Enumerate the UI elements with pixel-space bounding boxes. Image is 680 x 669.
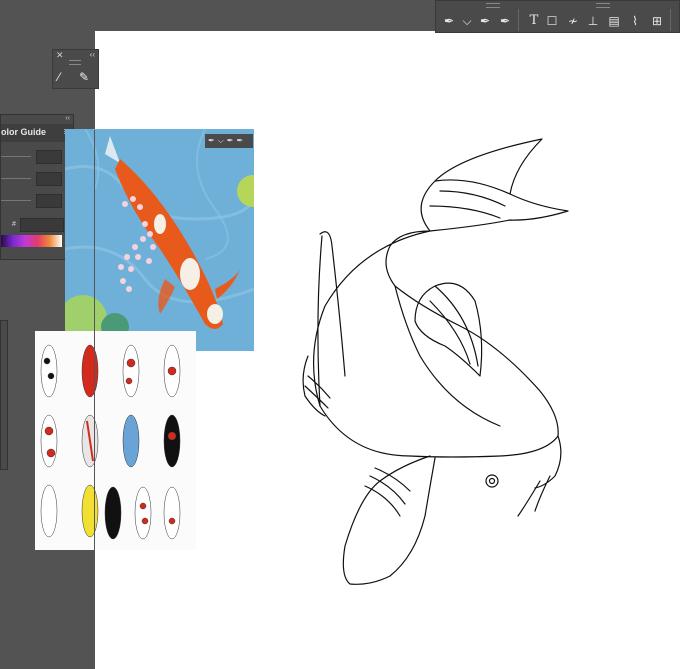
eyedropper-icon[interactable]: ⁄: [58, 70, 60, 84]
ruler-guide[interactable]: [94, 130, 95, 550]
toolbar-divider: [518, 9, 519, 31]
color-value-field[interactable]: [36, 172, 62, 186]
color-value-field[interactable]: [36, 150, 62, 164]
color-spectrum-bar[interactable]: [1, 235, 62, 247]
koi-variety-illustrations: [40, 344, 181, 540]
koi-variety-sheet[interactable]: [35, 331, 196, 550]
pen-type-toolbar: ✒ ⌵ ✒ ✒ T ☐ ≁ ⊥ ▤ ⌇ ⊞: [435, 0, 680, 33]
close-icon[interactable]: ✕: [56, 50, 64, 61]
vertical-type-icon[interactable]: ⊥: [584, 12, 602, 30]
color-slider[interactable]: [1, 156, 31, 157]
hex-input[interactable]: [20, 218, 64, 232]
type-on-path-icon[interactable]: ≁: [564, 12, 582, 30]
color-slider[interactable]: [1, 178, 31, 179]
color-value-field[interactable]: [36, 194, 62, 208]
eyedropper-panel: ✕ ‹‹ ⁄ ✎: [52, 49, 99, 89]
toolbar-divider: [670, 9, 671, 31]
measure-icon[interactable]: ✎: [79, 70, 89, 84]
panel-title[interactable]: olor Guide: [1, 127, 46, 137]
anchor-point-icon[interactable]: ⌵: [458, 12, 476, 30]
collapse-icon[interactable]: ‹‹: [90, 50, 95, 59]
vertical-area-type-icon[interactable]: ▤: [605, 12, 623, 30]
toolbar-grip-2[interactable]: [596, 3, 610, 8]
type-icon[interactable]: T: [525, 12, 543, 30]
touch-type-icon[interactable]: ⊞: [648, 12, 666, 30]
toolbar-grip[interactable]: [486, 3, 500, 8]
image-tool-strip[interactable]: ✒⌵✒✒: [205, 134, 253, 148]
delete-anchor-icon[interactable]: ✒: [496, 12, 514, 30]
docked-panel-edge[interactable]: [0, 320, 8, 470]
hex-label: #: [12, 221, 16, 228]
vertical-path-type-icon[interactable]: ⌇: [626, 12, 644, 30]
area-type-icon[interactable]: ☐: [543, 12, 561, 30]
color-slider[interactable]: [1, 200, 31, 201]
color-guide-panel: ‹‹ olor Guide ≡ #: [0, 114, 74, 260]
add-anchor-icon[interactable]: ✒: [476, 12, 494, 30]
koi-line-drawing[interactable]: [300, 136, 575, 588]
panel-grip[interactable]: [69, 60, 81, 65]
collapse-icon[interactable]: ‹‹: [65, 115, 70, 122]
panel-header: olor Guide ≡: [1, 124, 73, 142]
pen-icon[interactable]: ✒: [440, 12, 458, 30]
